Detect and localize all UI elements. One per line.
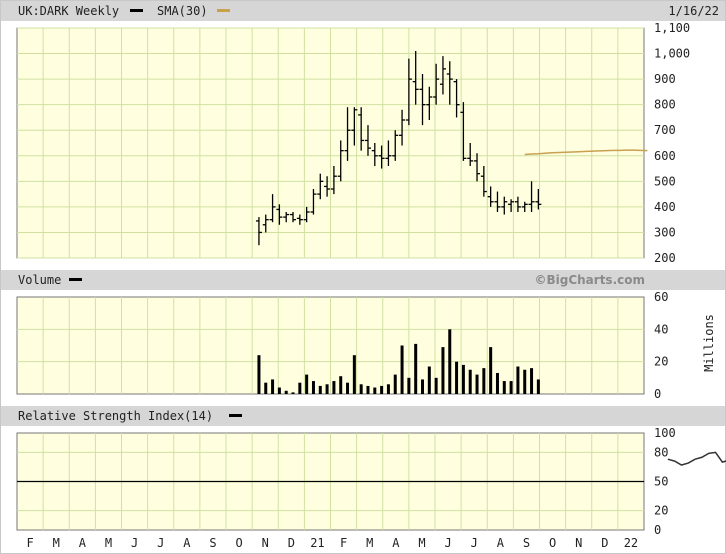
volume-title: Volume	[18, 273, 61, 287]
rsi-title: Relative Strength Index(14)	[18, 409, 213, 423]
chart-symbol-title: UK:DARK Weekly	[18, 4, 119, 18]
rsi-tick-label: 80	[654, 445, 668, 459]
volume-bar	[339, 376, 343, 394]
volume-bar	[386, 384, 390, 394]
volume-bar	[523, 369, 527, 394]
x-tick-label: 21	[310, 536, 324, 550]
x-tick-label: J	[444, 536, 451, 550]
chart-date: 1/16/22	[668, 4, 719, 18]
volume-bar	[455, 361, 459, 394]
volume-bar	[434, 377, 438, 394]
volume-bar	[495, 372, 499, 394]
volume-bar	[489, 347, 493, 394]
sma-legend-label: SMA(30)	[157, 4, 208, 18]
volume-bar	[277, 387, 281, 394]
price-tick-label: 1,100	[654, 21, 690, 35]
x-tick-label: A	[183, 536, 191, 550]
price-panel	[16, 27, 645, 259]
volume-tick-label: 20	[654, 355, 668, 369]
volume-bar	[427, 366, 431, 394]
price-tick-label: 400	[654, 200, 676, 214]
x-tick-label: M	[418, 536, 425, 550]
volume-bar	[291, 392, 295, 394]
volume-bar	[414, 343, 418, 394]
x-tick-label: O	[549, 536, 556, 550]
volume-bar	[536, 379, 540, 394]
rsi-tick-label: 50	[654, 475, 668, 489]
rsi-tick-label: 100	[654, 426, 676, 440]
volume-bar	[407, 377, 411, 394]
volume-bar	[298, 382, 302, 394]
volume-bar	[393, 374, 397, 394]
x-tick-label: S	[523, 536, 530, 550]
x-tick-label: M	[105, 536, 112, 550]
volume-bar	[421, 379, 425, 394]
price-tick-label: 900	[654, 72, 676, 86]
volume-bar	[346, 382, 350, 394]
volume-bar	[325, 384, 329, 394]
rsi-tick-label: 20	[654, 504, 668, 518]
x-tick-label: 22	[624, 536, 638, 550]
price-tick-label: 1,000	[654, 47, 690, 61]
x-tick-label: D	[601, 536, 608, 550]
price-tick-label: 800	[654, 98, 676, 112]
volume-bar	[502, 381, 506, 394]
volume-bar	[475, 374, 479, 394]
x-tick-label: F	[26, 536, 33, 550]
volume-unit-label: Millions	[702, 314, 716, 372]
volume-legend-swatch	[69, 278, 82, 281]
volume-bar	[380, 385, 384, 394]
price-tick-label: 500	[654, 174, 676, 188]
x-tick-label: M	[53, 536, 60, 550]
volume-tick-label: 0	[654, 387, 661, 401]
volume-bar	[264, 382, 268, 394]
rsi-tick-label: 0	[654, 523, 661, 537]
volume-bar	[468, 369, 472, 394]
bigcharts-watermark: ©BigCharts.com	[534, 273, 645, 287]
volume-bar	[311, 381, 315, 394]
volume-bar	[318, 385, 322, 394]
volume-tick-label: 40	[654, 322, 668, 336]
volume-bar	[400, 345, 404, 394]
x-tick-label: N	[575, 536, 582, 550]
volume-bar	[284, 390, 288, 394]
x-tick-label: F	[340, 536, 347, 550]
x-tick-label: J	[471, 536, 478, 550]
x-tick-label: A	[497, 536, 505, 550]
volume-bar	[305, 374, 309, 394]
x-tick-label: A	[79, 536, 87, 550]
x-tick-label: N	[262, 536, 269, 550]
volume-bar	[441, 347, 445, 394]
x-tick-label: O	[235, 536, 242, 550]
volume-bar	[509, 381, 513, 394]
volume-bar	[530, 368, 534, 394]
volume-tick-label: 60	[654, 290, 668, 304]
volume-bar	[516, 366, 520, 394]
volume-bar	[366, 385, 370, 394]
price-tick-label: 300	[654, 225, 676, 239]
volume-bar	[373, 387, 377, 394]
x-tick-label: J	[131, 536, 138, 550]
volume-bar	[332, 381, 336, 394]
volume-bar	[352, 355, 356, 394]
stock-chart: UK:DARK Weekly SMA(30) 1/16/22 200300400…	[0, 0, 726, 554]
sma-legend-swatch	[217, 9, 230, 12]
price-tick-label: 700	[654, 123, 676, 137]
volume-bar	[271, 379, 275, 394]
x-tick-label: J	[157, 536, 164, 550]
volume-bar	[482, 368, 486, 394]
price-legend-swatch	[130, 9, 143, 12]
rsi-legend-swatch	[229, 414, 242, 417]
volume-bar	[359, 384, 363, 394]
x-tick-label: M	[366, 536, 373, 550]
x-tick-label: S	[209, 536, 216, 550]
price-tick-label: 200	[654, 251, 676, 265]
x-tick-label: A	[392, 536, 400, 550]
x-tick-label: D	[288, 536, 295, 550]
volume-bar	[448, 329, 452, 394]
price-tick-label: 600	[654, 149, 676, 163]
volume-bar	[461, 364, 465, 394]
volume-bar	[257, 355, 261, 394]
